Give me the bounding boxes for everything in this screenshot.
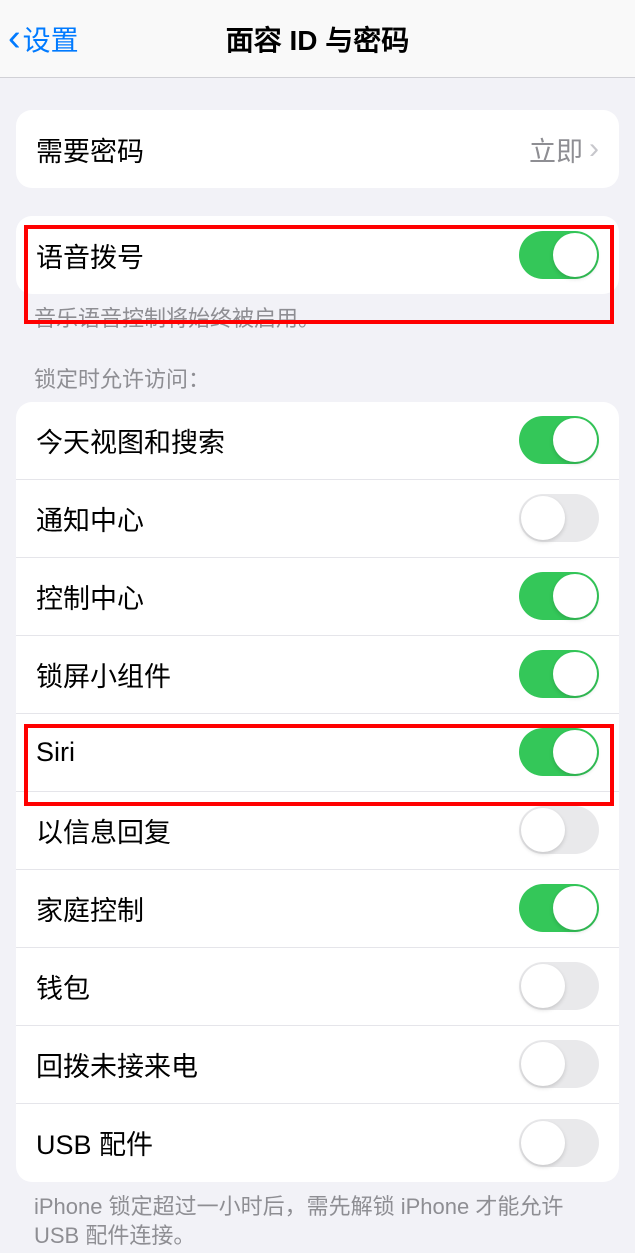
toggle-knob xyxy=(553,574,597,618)
allow-access-toggle[interactable] xyxy=(519,806,599,854)
toggle-knob xyxy=(521,1042,565,1086)
allow-access-row: 控制中心 xyxy=(16,558,619,636)
require-passcode-row[interactable]: 需要密码 立即 › xyxy=(16,110,619,188)
toggle-knob xyxy=(521,808,565,852)
allow-access-toggle[interactable] xyxy=(519,572,599,620)
allow-access-label: 通知中心 xyxy=(36,499,519,538)
allow-access-label: 回拨未接来电 xyxy=(36,1045,519,1084)
toggle-knob xyxy=(521,496,565,540)
allow-access-toggle[interactable] xyxy=(519,962,599,1010)
toggle-knob xyxy=(553,886,597,930)
allow-access-toggle[interactable] xyxy=(519,416,599,464)
allow-access-toggle[interactable] xyxy=(519,728,599,776)
toggle-knob xyxy=(521,964,565,1008)
allow-access-row: 以信息回复 xyxy=(16,792,619,870)
allow-access-row: 通知中心 xyxy=(16,480,619,558)
chevron-right-icon: › xyxy=(589,132,599,166)
allow-access-label: 家庭控制 xyxy=(36,889,519,928)
allow-access-label: 控制中心 xyxy=(36,577,519,616)
allow-access-row: 回拨未接来电 xyxy=(16,1026,619,1104)
allow-access-row: 家庭控制 xyxy=(16,870,619,948)
voice-dial-group: 语音拨号 xyxy=(16,216,619,294)
allow-access-toggle[interactable] xyxy=(519,884,599,932)
allow-access-label: Siri xyxy=(36,737,519,768)
allow-access-label: 今天视图和搜索 xyxy=(36,421,519,460)
voice-dial-label: 语音拨号 xyxy=(36,236,519,275)
allow-access-toggle[interactable] xyxy=(519,650,599,698)
usb-footer: iPhone 锁定超过一小时后，需先解锁 iPhone 才能允许 USB 配件连… xyxy=(0,1182,635,1251)
voice-dial-footer: 音乐语音控制将始终被启用。 xyxy=(0,294,635,334)
toggle-knob xyxy=(553,418,597,462)
allow-access-label: 锁屏小组件 xyxy=(36,655,519,694)
allow-access-row: 锁屏小组件 xyxy=(16,636,619,714)
chevron-left-icon: ‹ xyxy=(8,17,21,60)
allow-access-label: USB 配件 xyxy=(36,1123,519,1162)
allow-access-row: USB 配件 xyxy=(16,1104,619,1182)
voice-dial-row: 语音拨号 xyxy=(16,216,619,294)
page-title: 面容 ID 与密码 xyxy=(0,19,635,59)
allow-access-toggle[interactable] xyxy=(519,1040,599,1088)
allow-access-toggle[interactable] xyxy=(519,494,599,542)
allow-access-label: 钱包 xyxy=(36,967,519,1006)
allow-access-row: 钱包 xyxy=(16,948,619,1026)
toggle-knob xyxy=(553,652,597,696)
toggle-knob xyxy=(521,1121,565,1165)
allow-access-group: 今天视图和搜索通知中心控制中心锁屏小组件 Siri 以信息回复家庭控制钱包回拨未接来… xyxy=(16,402,619,1182)
allow-access-row: Siri xyxy=(16,714,619,792)
toggle-knob xyxy=(553,233,597,277)
navigation-bar: ‹ 设置 面容 ID 与密码 xyxy=(0,0,635,78)
allow-access-header: 锁定时允许访问： xyxy=(0,334,635,402)
require-passcode-label: 需要密码 xyxy=(36,130,529,169)
back-label: 设置 xyxy=(23,19,79,59)
require-passcode-value: 立即 xyxy=(529,130,583,169)
require-passcode-group: 需要密码 立即 › xyxy=(16,110,619,188)
allow-access-toggle[interactable] xyxy=(519,1119,599,1167)
voice-dial-toggle[interactable] xyxy=(519,231,599,279)
allow-access-label: 以信息回复 xyxy=(36,811,519,850)
toggle-knob xyxy=(553,730,597,774)
back-button[interactable]: ‹ 设置 xyxy=(0,17,79,60)
allow-access-row: 今天视图和搜索 xyxy=(16,402,619,480)
